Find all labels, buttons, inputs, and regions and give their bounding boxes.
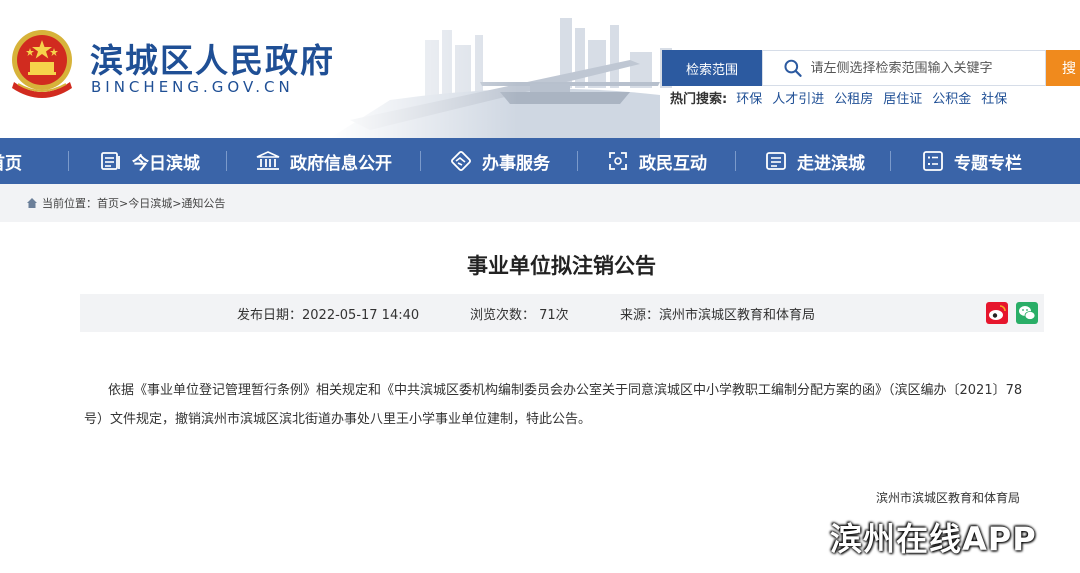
hot-search-bar: 热门搜索: 环保 人才引进 公租房 居住证 公积金 社保: [670, 88, 1012, 107]
nav-item-label: 首页: [0, 153, 22, 174]
nav-divider: [577, 151, 578, 171]
site-domain: BINCHENG.GOV.CN: [91, 78, 294, 96]
nav-divider: [226, 151, 227, 171]
nav-divider: [890, 151, 891, 171]
nav-item-label: 走进滨城: [797, 153, 865, 174]
handshake-icon: [451, 151, 471, 171]
building-icon: [256, 151, 280, 170]
wechat-icon[interactable]: [1016, 302, 1038, 324]
search-scope-button[interactable]: 检索范围: [662, 50, 762, 86]
search-icon: [784, 59, 802, 77]
hot-search-link[interactable]: 公积金: [932, 88, 971, 107]
nav-divider: [68, 151, 69, 171]
hot-search-link[interactable]: 社保: [981, 88, 1007, 107]
hot-search-link[interactable]: 居住证: [883, 88, 922, 107]
hot-search-label: 热门搜索:: [670, 92, 728, 107]
site-header: 滨城区人民政府 BINCHENG.GOV.CN 检索范围 搜 热门搜索: 环保 …: [0, 0, 1080, 138]
nav-item-label: 专题专栏: [954, 153, 1022, 174]
weibo-icon[interactable]: [986, 302, 1008, 324]
article-signature: 滨州市滨城区教育和体育局: [876, 491, 1021, 505]
nav-item-services[interactable]: 办事服务: [450, 138, 550, 184]
hot-search-link[interactable]: 环保: [736, 88, 762, 107]
home-icon: [27, 198, 37, 208]
main-nav: 首页 今日滨城 政府信息公开 办事服务: [0, 138, 1080, 184]
list-icon: [923, 151, 943, 171]
interaction-icon: [609, 152, 627, 170]
article-meta-bar: 发布日期：2022-05-17 14:40 浏览次数： 71次 来源：滨州市滨城…: [80, 294, 1044, 332]
search-button[interactable]: 搜: [1046, 50, 1080, 86]
hot-search-link[interactable]: 公租房: [834, 88, 873, 107]
nav-item-home[interactable]: 首页: [0, 138, 22, 184]
article-body: 依据《事业单位登记管理暂行条例》相关规定和《中共滨城区委机构编制委员会办公室关于…: [84, 383, 1023, 427]
nav-divider: [420, 151, 421, 171]
nav-item-about-bincheng[interactable]: 走进滨城: [765, 138, 865, 184]
hot-search-link[interactable]: 人才引进: [772, 88, 824, 107]
document-icon: [766, 152, 786, 170]
nav-divider: [735, 151, 736, 171]
nav-item-label: 办事服务: [482, 153, 550, 174]
search-box: [762, 50, 1046, 86]
article-source: 来源：滨州市滨城区教育和体育局: [620, 307, 816, 323]
publish-date: 发布日期：2022-05-17 14:40: [237, 307, 420, 323]
nav-item-today-bincheng[interactable]: 今日滨城: [100, 138, 200, 184]
breadcrumb: 当前位置：首页>今日滨城>通知公告: [0, 184, 1080, 222]
article-title: 事业单位拟注销公告: [467, 254, 656, 278]
breadcrumb-text[interactable]: 当前位置：首页>今日滨城>通知公告: [42, 195, 225, 211]
nav-item-special-topics[interactable]: 专题专栏: [922, 138, 1022, 184]
site-title[interactable]: 滨城区人民政府: [90, 34, 335, 82]
national-emblem-icon: [12, 30, 72, 98]
view-count: 浏览次数： 71次: [470, 307, 569, 323]
nav-item-label: 政府信息公开: [290, 153, 392, 174]
nav-item-interaction[interactable]: 政民互动: [607, 138, 707, 184]
nav-item-gov-info[interactable]: 政府信息公开: [256, 138, 392, 184]
watermark-logo: 滨州在线APP: [830, 520, 1037, 558]
news-icon: [101, 152, 120, 170]
nav-item-label: 政民互动: [639, 153, 707, 174]
nav-item-label: 今日滨城: [132, 153, 200, 174]
search-input[interactable]: [810, 60, 1045, 76]
